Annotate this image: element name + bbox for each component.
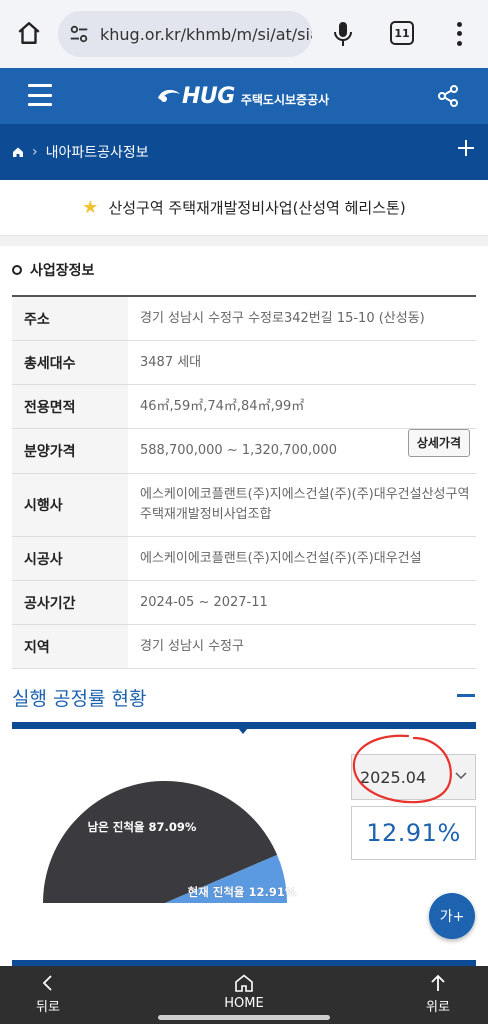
- scroll-top-button[interactable]: 위로: [398, 974, 478, 1015]
- table-row: 시공사 에스케이에코플랜트(주)지에스건설(주)(주)대우건설: [12, 537, 476, 581]
- gesture-handle: [158, 1015, 330, 1020]
- address-bar[interactable]: khug.or.kr/khmb/m/si/at/siat: [58, 11, 312, 57]
- row-label: 총세대수: [12, 341, 128, 384]
- logo-swirl-icon: [158, 89, 180, 102]
- row-label: 전용면적: [12, 385, 128, 428]
- share-icon[interactable]: [436, 84, 460, 108]
- row-label: 주소: [12, 297, 128, 340]
- chevron-right-icon: ›: [32, 144, 38, 160]
- home-icon[interactable]: [16, 20, 42, 46]
- app-header: HUG 주택도시보증공사: [0, 68, 488, 124]
- section-underline: [12, 722, 476, 734]
- url-text: khug.or.kr/khmb/m/si/at/siat: [100, 24, 312, 44]
- row-value: 46㎡,59㎡,74㎡,84㎡,99㎡: [140, 398, 305, 414]
- overflow-menu-icon[interactable]: [452, 20, 466, 48]
- row-value: 경기 성남시 수정구: [140, 638, 244, 654]
- collapse-minus-icon[interactable]: [457, 694, 475, 697]
- project-title-row: ★ 산성구역 주택재개발정비사업(산성역 헤리스톤): [0, 180, 488, 236]
- expand-plus-icon[interactable]: [457, 139, 475, 157]
- row-label: 지역: [12, 625, 128, 668]
- menu-icon[interactable]: [28, 84, 52, 106]
- pie-label-remaining: 남은 진척율 87.09%: [88, 820, 197, 834]
- home-outline-icon: [235, 974, 253, 992]
- circle-bullet-icon: [12, 265, 22, 275]
- project-info-table: 주소 경기 성남시 수정구 수정로342번길 15-10 (산성동) 총세대수 …: [12, 295, 476, 669]
- table-row: 전용면적 46㎡,59㎡,74㎡,84㎡,99㎡: [12, 385, 476, 429]
- pie-label-current: 현재 진척율 12.91%: [188, 885, 297, 899]
- chevron-left-icon: [42, 975, 52, 991]
- table-row: 지역 경기 성남시 수정구: [12, 625, 476, 669]
- row-value: 에스케이에코플랜트(주)지에스건설(주)(주)대우건설: [140, 550, 422, 566]
- table-row: 분양가격 588,700,000 ~ 1,320,700,000 상세가격: [12, 429, 476, 474]
- font-size-button[interactable]: 가+: [429, 893, 475, 939]
- row-value: 3487 세대: [140, 354, 202, 370]
- row-value: 경기 성남시 수정구 수정로342번길 15-10 (산성동): [140, 310, 425, 326]
- table-row: 공사기간 2024-05 ~ 2027-11: [12, 581, 476, 625]
- row-value: 588,700,000 ~ 1,320,700,000 상세가격: [128, 429, 476, 461]
- breadcrumb-current[interactable]: 내아파트공사정보: [46, 142, 149, 162]
- row-label: 분양가격: [12, 429, 128, 473]
- hug-logo[interactable]: HUG 주택도시보증공사: [156, 80, 329, 112]
- red-circle-annotation: [352, 734, 452, 804]
- row-label: 공사기간: [12, 581, 128, 624]
- breadcrumb: › 내아파트공사정보: [0, 124, 488, 180]
- progress-section-title: 실행 공정률 현황: [12, 688, 147, 710]
- price-range: 588,700,000 ~ 1,320,700,000: [140, 443, 337, 458]
- browser-toolbar: khug.or.kr/khmb/m/si/at/siat 11: [0, 0, 488, 68]
- table-row: 총세대수 3487 세대: [12, 341, 476, 385]
- progress-pie-chart: 남은 진척율 87.09% 현재 진척율 12.91%: [43, 781, 297, 903]
- progress-rate-display: 12.91%: [351, 806, 476, 860]
- row-label: 시행사: [12, 474, 128, 536]
- home-nav-button[interactable]: HOME: [204, 974, 284, 1011]
- site-settings-icon[interactable]: [68, 23, 90, 45]
- arrow-up-icon: [431, 974, 445, 991]
- table-row: 시행사 에스케이에코플랜트(주)지에스건설(주)(주)대우건설산성구역주택재개발…: [12, 474, 476, 537]
- table-row: 주소 경기 성남시 수정구 수정로342번길 15-10 (산성동): [12, 297, 476, 341]
- back-button[interactable]: 뒤로: [8, 974, 88, 1015]
- row-value: 에스케이에코플랜트(주)지에스건설(주)(주)대우건설산성구역주택재개발정비사업…: [140, 487, 470, 522]
- tab-switcher-button[interactable]: 11: [390, 21, 414, 45]
- row-label: 시공사: [12, 537, 128, 580]
- home-small-icon[interactable]: [12, 146, 24, 158]
- star-icon[interactable]: ★: [82, 197, 98, 218]
- price-detail-button[interactable]: 상세가격: [407, 429, 470, 457]
- section-title: 사업장정보: [12, 260, 94, 280]
- project-title: 산성구역 주택재개발정비사업(산성역 헤리스톤): [108, 199, 406, 217]
- microphone-icon[interactable]: [332, 20, 354, 48]
- row-value: 2024-05 ~ 2027-11: [140, 594, 268, 610]
- divider: [0, 236, 488, 246]
